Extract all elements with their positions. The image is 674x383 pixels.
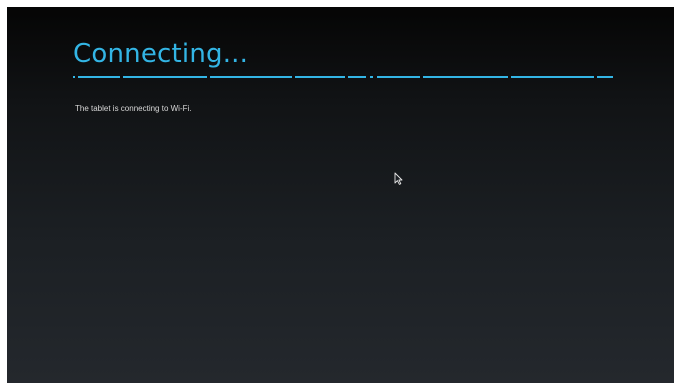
progress-segment bbox=[78, 76, 120, 78]
progress-segment bbox=[348, 76, 366, 78]
indeterminate-progress-bar bbox=[73, 76, 613, 78]
status-message: The tablet is connecting to Wi-Fi. bbox=[75, 104, 192, 113]
progress-segment bbox=[123, 76, 207, 78]
progress-segment bbox=[295, 76, 345, 78]
device-frame: Connecting... The tablet is connecting t… bbox=[0, 0, 674, 383]
progress-segment bbox=[597, 76, 613, 78]
progress-segment bbox=[370, 76, 373, 78]
connecting-screen: Connecting... The tablet is connecting t… bbox=[7, 7, 674, 383]
page-title: Connecting... bbox=[73, 39, 249, 69]
progress-segment bbox=[511, 76, 594, 78]
progress-segment bbox=[73, 76, 75, 78]
progress-segment bbox=[423, 76, 508, 78]
mouse-pointer-icon bbox=[394, 172, 403, 185]
progress-segment bbox=[210, 76, 292, 78]
progress-segment bbox=[377, 76, 420, 78]
